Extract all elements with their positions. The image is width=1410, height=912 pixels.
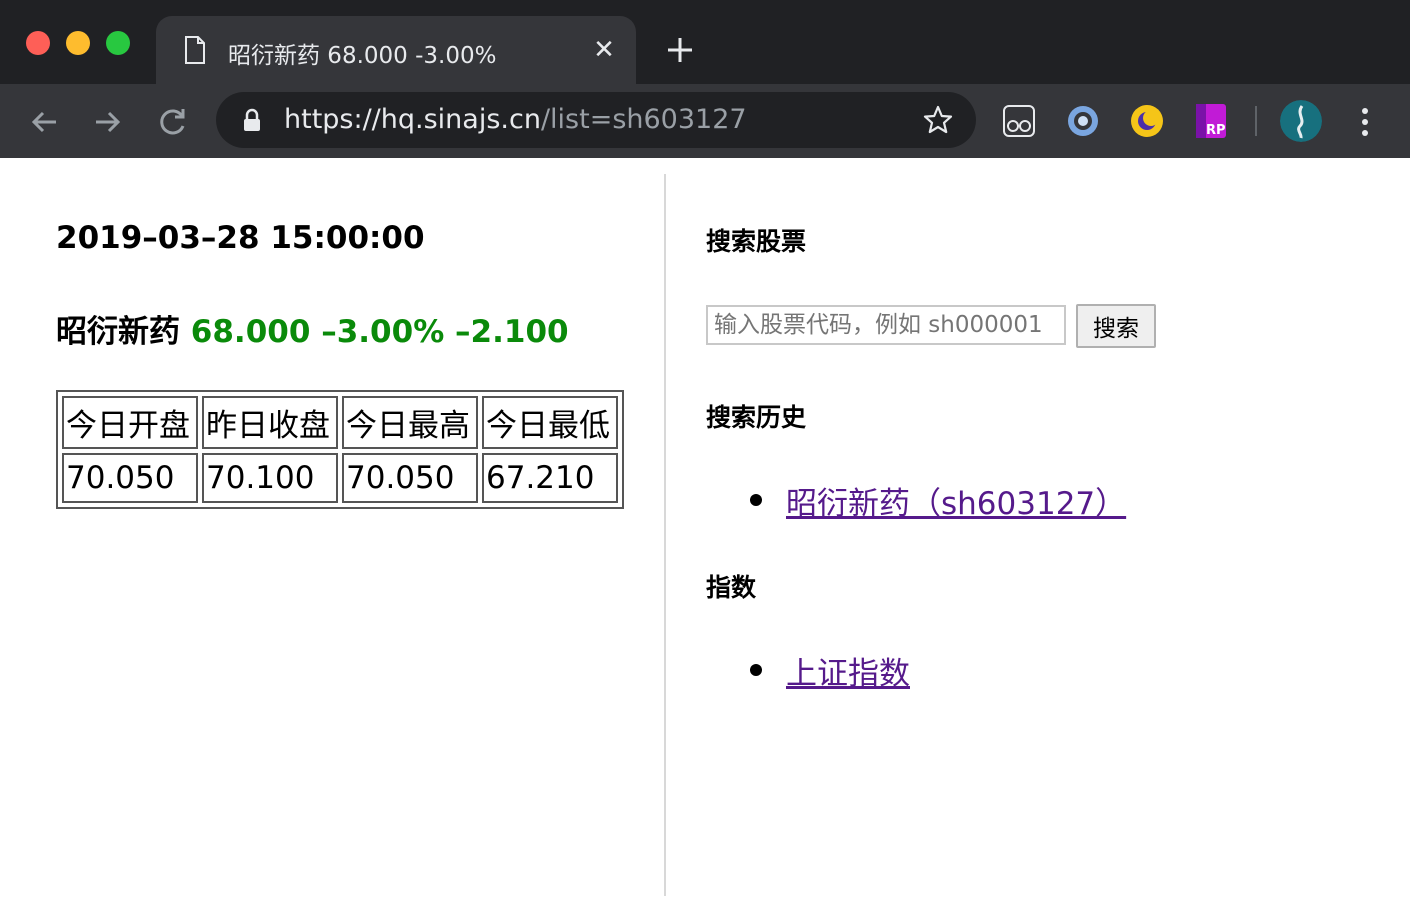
browser-titlebar: 昭衍新药 68.000 -3.00% ✕ (0, 0, 1410, 84)
index-heading: 指数 (706, 573, 757, 602)
address-bar[interactable]: https://hq.sinajs.cn/list=sh603127 (216, 92, 976, 148)
page-content: 2019–03–28 15:00:00 昭衍新药 68.000 –3.00% –… (0, 158, 1410, 912)
forward-arrow-icon[interactable] (88, 102, 128, 142)
close-window-button[interactable] (26, 31, 50, 55)
stock-search-input[interactable] (706, 305, 1066, 345)
new-tab-icon[interactable] (660, 30, 700, 70)
quote-timestamp: 2019–03–28 15:00:00 (56, 220, 425, 256)
index-item-link[interactable]: 上证指数 (786, 648, 910, 693)
bookmark-star-icon[interactable] (922, 104, 954, 136)
ohlc-table: 今日开盘 昨日收盘 今日最高 今日最低 70.050 70.100 70.050… (56, 390, 624, 509)
value-low: 67.210 (482, 453, 618, 503)
zoom-window-button[interactable] (106, 31, 130, 55)
table-header-row: 今日开盘 昨日收盘 今日最高 今日最低 (62, 396, 618, 449)
lock-icon (244, 108, 260, 131)
table-row: 70.050 70.100 70.050 67.210 (62, 453, 618, 503)
header-high: 今日最高 (342, 396, 478, 449)
url-host: https://hq.sinajs.cn (284, 104, 541, 135)
history-item-link[interactable]: 昭衍新药（sh603127） (786, 478, 1126, 523)
value-prev-close: 70.100 (202, 453, 338, 503)
reload-icon[interactable] (152, 102, 192, 142)
value-high: 70.050 (342, 453, 478, 503)
back-arrow-icon[interactable] (24, 102, 64, 142)
incognito-extension-icon[interactable] (1000, 102, 1038, 140)
tab-title: 昭衍新药 68.000 -3.00% (228, 43, 497, 69)
rp-extension-badge: RP (1206, 123, 1226, 138)
stock-name: 昭衍新药 (56, 314, 180, 350)
list-bullet (750, 494, 762, 506)
history-heading: 搜索历史 (706, 403, 807, 432)
browser-toolbar: https://hq.sinajs.cn/list=sh603127 RP (0, 84, 1410, 158)
price-change: 68.000 –3.00% –2.100 (190, 314, 569, 350)
profile-avatar[interactable] (1280, 100, 1322, 142)
url-path: /list=sh603127 (540, 104, 747, 135)
search-button[interactable]: 搜索 (1076, 304, 1156, 348)
rp-extension-icon[interactable]: RP (1192, 102, 1230, 140)
header-prev-close: 昨日收盘 (202, 396, 338, 449)
browser-tab[interactable]: 昭衍新药 68.000 -3.00% ✕ (156, 16, 636, 84)
document-icon (185, 36, 205, 64)
search-heading: 搜索股票 (706, 227, 807, 256)
close-tab-icon[interactable]: ✕ (588, 34, 620, 66)
toolbar-divider (1255, 106, 1257, 136)
header-open: 今日开盘 (62, 396, 198, 449)
ring-extension-icon[interactable] (1064, 102, 1102, 140)
stock-quote: 昭衍新药 68.000 –3.00% –2.100 (56, 306, 569, 351)
more-menu-icon[interactable] (1350, 102, 1380, 142)
list-bullet (750, 664, 762, 676)
value-open: 70.050 (62, 453, 198, 503)
moon-extension-icon[interactable] (1128, 102, 1166, 140)
url-text: https://hq.sinajs.cn/list=sh603127 (284, 104, 747, 135)
header-low: 今日最低 (482, 396, 618, 449)
minimize-window-button[interactable] (66, 31, 90, 55)
column-divider (664, 174, 666, 896)
